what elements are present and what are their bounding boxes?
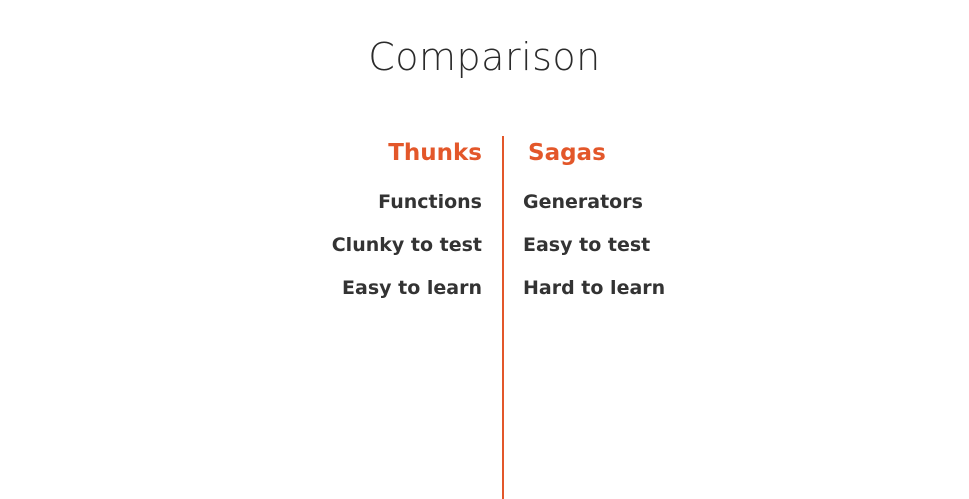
thunks-item-1: Functions bbox=[378, 191, 482, 213]
thunks-column: Thunks Functions Clunky to test Easy to … bbox=[240, 138, 482, 319]
sagas-heading: Sagas bbox=[528, 140, 606, 166]
slide-title: Comparison bbox=[368, 35, 601, 79]
thunks-heading: Thunks bbox=[388, 140, 482, 166]
sagas-item-1: Generators bbox=[523, 191, 643, 213]
sagas-item-3: Hard to learn bbox=[523, 277, 666, 299]
thunks-item-3: Easy to learn bbox=[342, 277, 482, 299]
column-divider bbox=[502, 136, 504, 499]
sagas-column: Sagas Generators Easy to test Hard to le… bbox=[523, 138, 823, 319]
sagas-item-2: Easy to test bbox=[523, 234, 651, 256]
thunks-item-2: Clunky to test bbox=[331, 234, 482, 256]
